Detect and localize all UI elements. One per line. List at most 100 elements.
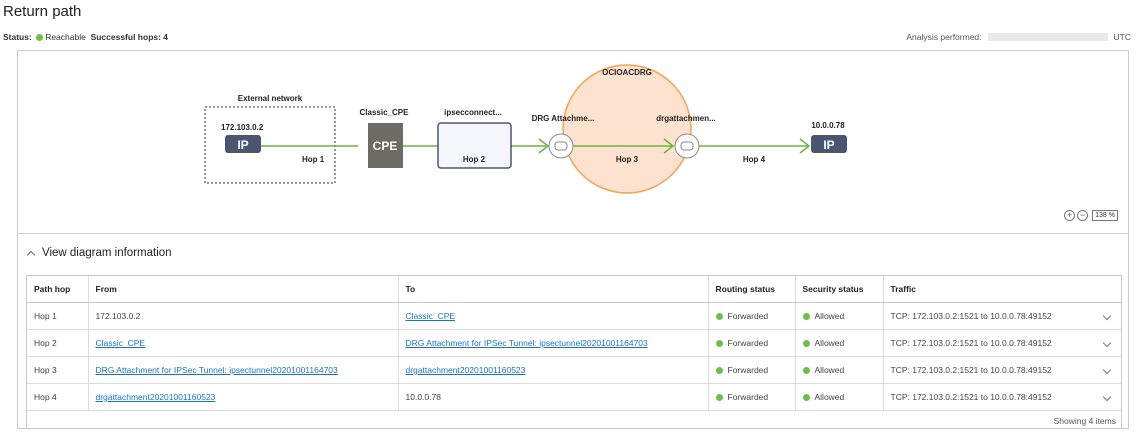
cell-hop: Hop 4 [27,383,89,411]
successful-hops: Successful hops: 4 [90,32,169,42]
path-diagram-canvas: OCIOACDRG External network 172.103.0.2 I… [204,64,847,194]
traffic-text: TCP: 172.103.0.2:1521 to 10.0.0.78:49152 [890,338,1052,348]
from-link[interactable]: Classic_CPE [96,338,146,348]
cell-to: drgattachment20201001160523 [398,356,709,384]
hop-text: Hop 4 [34,392,57,402]
cell-from: DRG Attachment for IPSec Tunnel: ipsectu… [88,356,399,384]
cell-from: drgattachment20201001160523 [88,383,399,411]
source-ip-badge-text: IP [237,138,248,152]
analysis-timezone: UTC [1113,32,1131,42]
source-ip-label: 172.103.0.2 [221,123,264,132]
drg-attachment-out-node[interactable] [674,133,700,159]
table-row[interactable]: Hop 3 DRG Attachment for IPSec Tunnel: ip… [27,356,1121,384]
to-link[interactable]: drgattachment20201001160523 [406,365,526,375]
security-text: Allowed [814,338,845,348]
dest-ip-badge-text: IP [823,138,834,152]
traffic-text: TCP: 172.103.0.2:1521 to 10.0.0.78:49152 [890,392,1052,402]
status-bar: Status: Reachable Successful hops: 4 Ana… [3,32,1131,44]
analysis-performed: Analysis performed: UTC [906,32,1131,42]
cpe-badge-text: CPE [373,139,398,153]
external-network-box[interactable] [204,106,336,184]
table-row[interactable]: Hop 1 172.103.0.2 Classic_CPE Forwarded Allo… [27,302,1121,330]
col-routing-status[interactable]: Routing status [708,276,796,303]
chevron-up-icon [26,250,36,259]
chevron-down-icon[interactable] [1102,311,1112,321]
cell-traffic: TCP: 172.103.0.2:1521 to 10.0.0.78:49152 [883,302,1121,330]
security-text: Allowed [814,365,845,375]
hop-text: Hop 1 [34,311,57,321]
zoom-level[interactable]: 138 % [1092,209,1118,221]
hop-4-label: Hop 4 [743,155,766,164]
routing-text: Forwarded [727,338,769,348]
cell-security: Allowed [795,302,884,330]
cell-to: 10.0.0.78 [398,383,709,411]
routing-text: Forwarded [727,365,769,375]
table-row[interactable]: Hop 4 drgattachment20201001160523 10.0.0.7… [27,383,1121,411]
to-text: 10.0.0.78 [405,392,441,402]
col-from[interactable]: From [88,276,399,303]
to-link[interactable]: DRG Attachment for IPSec Tunnel: ipsectu… [406,338,648,348]
routing-text: Forwarded [727,311,769,321]
drg-attachment-in-label: DRG Attachme... [532,114,595,123]
view-diagram-info-toggle[interactable]: View diagram information [26,247,172,259]
routing-text: Forwarded [727,392,769,402]
from-link[interactable]: drgattachment20201001160523 [96,392,216,402]
traffic-text: TCP: 172.103.0.2:1521 to 10.0.0.78:49152 [890,365,1052,375]
table-header-row: Path hop From To Routing status Security… [27,276,1121,303]
hop-table: Path hop From To Routing status Security… [27,276,1121,411]
hop-text: Hop 2 [34,338,57,348]
cell-routing: Forwarded [708,302,796,330]
zoom-in-icon[interactable]: + [1064,209,1076,221]
dest-ip-label: 10.0.0.78 [811,121,845,130]
path-panel: OCIOACDRG External network 172.103.0.2 I… [17,50,1129,429]
from-link[interactable]: DRG Attachment for IPSec Tunnel: ipsectu… [96,365,338,375]
hop-text: Hop 3 [34,365,57,375]
traffic-text: TCP: 172.103.0.2:1521 to 10.0.0.78:49152 [890,311,1052,321]
reachable-status-icon [36,34,44,41]
cell-security: Allowed [795,356,884,384]
forwarded-status-icon [715,340,723,347]
drg-name-label: OCIOACDRG [602,68,652,77]
forwarded-status-icon [715,367,723,374]
cell-from: Classic_CPE [88,329,399,357]
forwarded-status-icon [715,394,723,401]
redacted-timestamp [987,33,1108,41]
chevron-down-icon[interactable] [1102,365,1112,375]
zoom-out-icon[interactable]: − [1077,209,1089,221]
ipsec-name-label: ipsecconnect... [444,108,502,117]
col-path-hop[interactable]: Path hop [27,276,89,303]
chevron-down-icon[interactable] [1102,392,1112,402]
cpe-name-label: Classic_CPE [360,108,410,117]
allowed-status-icon [802,313,810,320]
from-text: 172.103.0.2 [95,311,141,321]
cell-hop: Hop 3 [27,356,89,384]
drg-circle[interactable] [562,64,692,194]
col-to[interactable]: To [398,276,709,303]
cell-to: DRG Attachment for IPSec Tunnel: ipsectu… [398,329,709,357]
cell-from: 172.103.0.2 [88,302,399,330]
drg-attachment-in-node[interactable] [548,133,574,159]
allowed-status-icon [802,394,810,401]
items-count: Showing 4 items [1053,416,1116,426]
page-title: Return path [3,3,82,20]
cell-hop: Hop 2 [27,329,89,357]
chevron-down-icon[interactable] [1102,338,1112,348]
table-row[interactable]: Hop 2 Classic_CPE DRG Attachment for IPSec… [27,329,1121,357]
to-link[interactable]: Classic_CPE [406,311,456,321]
cell-routing: Forwarded [708,356,796,384]
allowed-status-icon [802,340,810,347]
security-text: Allowed [814,311,845,321]
hop-table-container: Path hop From To Routing status Security… [26,275,1122,429]
path-diagram[interactable]: OCIOACDRG External network 172.103.0.2 I… [18,51,1128,234]
status-value: Reachable [45,32,86,42]
cell-traffic: TCP: 172.103.0.2:1521 to 10.0.0.78:49152 [883,383,1121,411]
col-traffic[interactable]: Traffic [883,276,1121,303]
status-label: Status: [3,32,32,42]
view-diagram-info-label: View diagram information [42,247,172,259]
col-security-status[interactable]: Security status [795,276,884,303]
hop-2-label: Hop 2 [463,155,486,164]
cell-routing: Forwarded [708,329,796,357]
external-network-label: External network [238,94,303,103]
hop-3-label: Hop 3 [616,155,639,164]
cell-security: Allowed [795,329,884,357]
